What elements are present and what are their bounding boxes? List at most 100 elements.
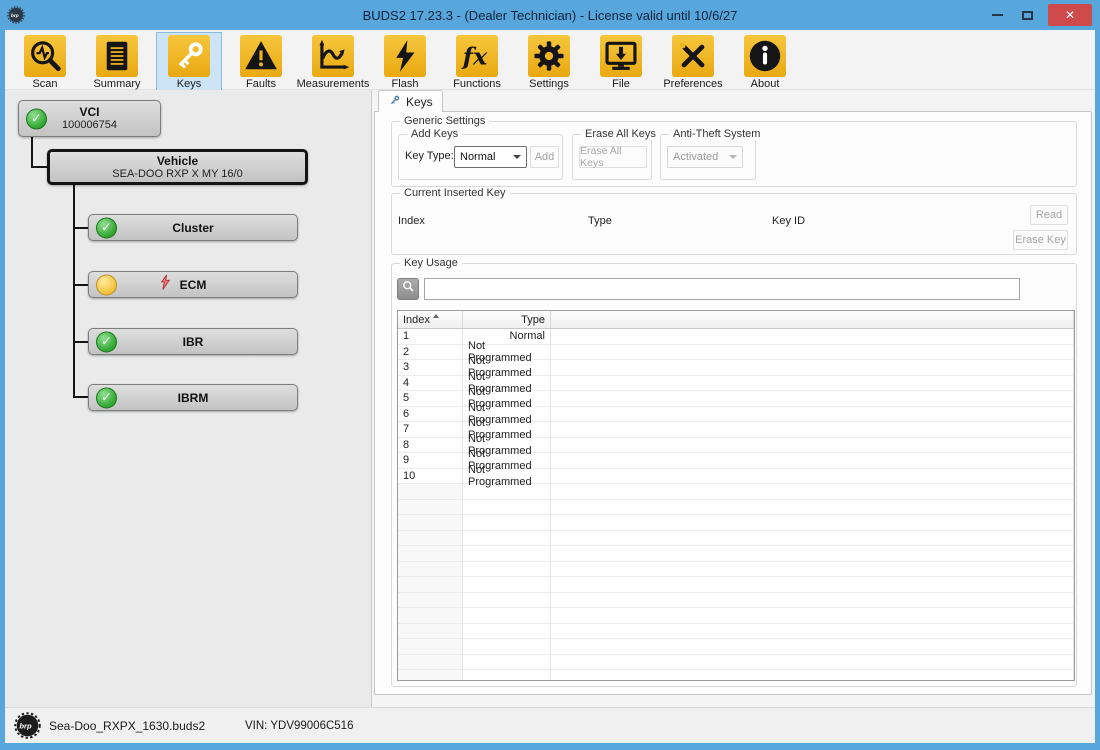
key-usage-row[interactable] (398, 639, 1074, 655)
key-usage-row[interactable] (398, 531, 1074, 547)
summary-icon (96, 35, 138, 77)
search-button[interactable] (397, 278, 419, 300)
node-model: SEA-DOO RXP X MY 16/0 (112, 168, 242, 181)
toolbar-label: Flash (392, 78, 419, 90)
tree-node-ibrm[interactable]: ✓ IBRM (88, 384, 298, 411)
gear-icon (528, 35, 570, 77)
erase-key-button[interactable]: Erase Key (1013, 230, 1068, 250)
key-usage-row[interactable] (398, 670, 1074, 681)
toolbar-button-scan[interactable]: Scan (13, 33, 77, 90)
toolbar-button-about[interactable]: About (733, 33, 797, 90)
toolbar-button-file[interactable]: File (589, 33, 653, 90)
search-input[interactable] (424, 278, 1020, 300)
header-index[interactable]: Index (398, 311, 463, 328)
toolbar-label: Summary (93, 78, 140, 90)
svg-text:fx: fx (461, 43, 488, 71)
keys-content: Generic Settings Add Keys Key Type: Norm… (374, 111, 1092, 695)
key-row-filler (551, 407, 1074, 423)
key-row-filler (551, 531, 1074, 547)
key-row-filler (551, 469, 1074, 485)
key-usage-row[interactable] (398, 624, 1074, 640)
key-usage-row[interactable] (398, 562, 1074, 578)
toolbar-button-settings[interactable]: Settings (517, 33, 581, 90)
toolbar-button-functions[interactable]: fx Functions (445, 33, 509, 90)
toolbar-button-measurements[interactable]: Measurements (301, 33, 365, 90)
key-row-index (398, 608, 463, 624)
key-row-index (398, 546, 463, 562)
key-row-type (463, 562, 551, 578)
key-usage-row[interactable] (398, 484, 1074, 500)
status-ok-icon: ✓ (96, 217, 117, 238)
key-usage-row[interactable] (398, 655, 1074, 671)
titlebar[interactable]: brp BUDS2 17.23.3 - (Dealer Technician) … (0, 0, 1100, 30)
toolbar-button-summary[interactable]: Summary (85, 33, 149, 90)
key-icon (168, 35, 210, 77)
key-usage-row[interactable] (398, 500, 1074, 516)
tab-keys[interactable]: Keys (378, 90, 443, 112)
toolbar-label: Preferences (663, 78, 722, 90)
brp-logo-icon: brp (14, 712, 41, 744)
key-tab-icon (388, 94, 401, 110)
maximize-button[interactable] (1012, 4, 1042, 26)
key-row-filler (551, 593, 1074, 609)
key-row-type (463, 484, 551, 500)
key-usage-row[interactable] (398, 546, 1074, 562)
key-row-type (463, 515, 551, 531)
column-label-keyid: Key ID (772, 215, 805, 227)
key-row-filler (551, 345, 1074, 361)
key-row-index (398, 500, 463, 516)
session-file-name: Sea-Doo_RXPX_1630.buds2 (49, 719, 205, 733)
tree-node-ibr[interactable]: ✓ IBR (88, 328, 298, 355)
key-type-select[interactable]: Normal (454, 146, 527, 168)
generic-settings-group: Generic Settings Add Keys Key Type: Norm… (391, 121, 1077, 187)
group-title: Anti-Theft System (669, 128, 764, 140)
key-row-filler (551, 329, 1074, 345)
tree-connector (73, 185, 75, 398)
toolbar-button-flash[interactable]: Flash (373, 33, 437, 90)
close-icon: ✕ (1065, 8, 1075, 22)
key-row-index (398, 655, 463, 671)
key-usage-table: Index Type 1 Normal 2 Not Programmed 3 N… (397, 310, 1075, 681)
key-row-filler (551, 670, 1074, 681)
key-row-index: 1 (398, 329, 463, 345)
toolbar-button-faults[interactable]: Faults (229, 33, 293, 90)
anti-theft-select[interactable]: Activated (667, 146, 743, 168)
tree-node-cluster[interactable]: ✓ Cluster (88, 214, 298, 241)
key-usage-row[interactable] (398, 577, 1074, 593)
key-usage-body: 1 Normal 2 Not Programmed 3 Not Programm… (398, 329, 1074, 681)
header-type[interactable]: Type (463, 311, 551, 328)
group-title: Generic Settings (400, 115, 489, 127)
node-title: ECM (180, 278, 207, 292)
window-title: BUDS2 17.23.3 - (Dealer Technician) - Li… (0, 8, 1100, 23)
toolbar-button-preferences[interactable]: Preferences (661, 33, 725, 90)
key-usage-row[interactable]: 10 Not Programmed (398, 469, 1074, 485)
toolbar-label: Faults (246, 78, 276, 90)
status-ok-icon: ✓ (96, 387, 117, 408)
erase-all-keys-button[interactable]: Erase All Keys (579, 146, 647, 168)
add-button[interactable]: Add (530, 146, 559, 168)
key-usage-row[interactable] (398, 608, 1074, 624)
key-row-index (398, 624, 463, 640)
tree-node-vehicle[interactable]: Vehicle SEA-DOO RXP X MY 16/0 (47, 149, 308, 185)
tree-node-ecm[interactable]: ECM (88, 271, 298, 298)
tree-node-vci[interactable]: ✓ VCI 100006754 (18, 100, 161, 137)
chevron-down-icon (513, 155, 521, 159)
key-usage-row[interactable] (398, 515, 1074, 531)
key-row-filler (551, 453, 1074, 469)
node-title: IBRM (178, 391, 209, 405)
tree-connector (31, 137, 33, 168)
key-usage-row[interactable] (398, 593, 1074, 609)
minimize-button[interactable] (982, 4, 1012, 26)
toolbar: Scan Summary (5, 30, 1095, 90)
close-button[interactable]: ✕ (1048, 4, 1092, 26)
read-button[interactable]: Read (1030, 205, 1068, 225)
key-usage-group: Key Usage Index (391, 263, 1077, 687)
keys-panel-region: Keys Generic Settings Add Keys Key Type:… (372, 90, 1095, 707)
key-row-type (463, 624, 551, 640)
erase-all-keys-group: Erase All Keys Erase All Keys (572, 134, 652, 180)
node-title: Vehicle (157, 154, 198, 168)
key-row-filler (551, 655, 1074, 671)
toolbar-button-keys[interactable]: Keys (157, 33, 221, 90)
current-inserted-key-group: Current Inserted Key Index Type Key ID R… (391, 193, 1077, 255)
toolbar-label: About (751, 78, 780, 90)
